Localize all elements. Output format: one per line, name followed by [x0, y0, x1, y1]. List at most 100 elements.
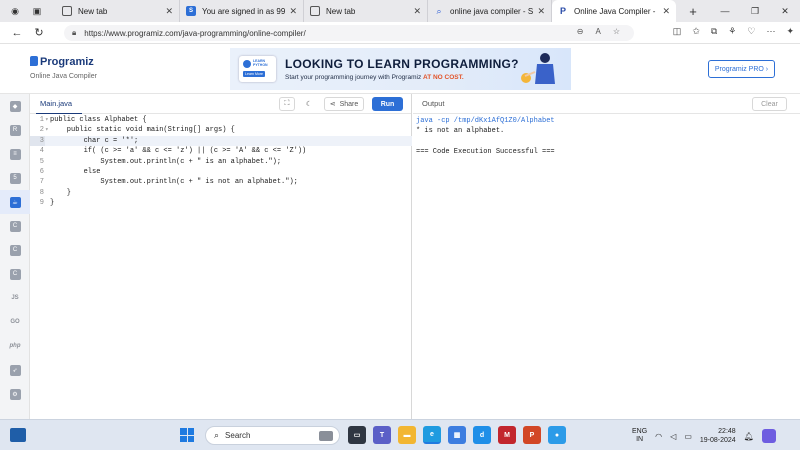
- back-icon[interactable]: ←: [6, 27, 28, 39]
- teams-icon[interactable]: T: [373, 426, 391, 444]
- profile-icon[interactable]: ◉: [8, 4, 22, 18]
- banner-illustration: [521, 53, 555, 84]
- code-area[interactable]: 1 ▾ public class Alphabet {2 ▾ public stati…: [30, 115, 412, 209]
- search-icon: ⌕: [436, 5, 442, 16]
- sidebar-item-python[interactable]: ◆: [0, 94, 30, 118]
- sidebar-item-js[interactable]: JS: [0, 286, 30, 310]
- programiz-pro-button[interactable]: Programiz PRO ›: [708, 60, 775, 78]
- browser-toolbar: ◫ ✩ ⧉ ⚘ ♡ ⋯ ✦: [673, 26, 794, 37]
- extensions-icon[interactable]: ⚘: [728, 26, 736, 37]
- editor-toolbar: Main.java ⛶ ☾ ⋖ Share Run: [30, 94, 411, 114]
- promo-banner[interactable]: LEARN PYTHON Learn More LOOKING TO LEARN…: [230, 48, 571, 90]
- language-sidebar: ◆ R ≡ 5 ☕︎ C C C JS GO php ➶ ⚙︎: [0, 94, 30, 419]
- language-indicator[interactable]: ENG IN: [632, 428, 647, 444]
- refresh-icon[interactable]: ↻: [28, 26, 50, 39]
- line-number: 2: [39, 126, 44, 135]
- widgets-icon[interactable]: [10, 428, 26, 442]
- sidebar-item-swift[interactable]: ➶: [0, 358, 30, 382]
- clock[interactable]: 22:48 19-08-2024: [700, 427, 736, 445]
- line-number: 1: [39, 116, 44, 124]
- notification-bell-icon[interactable]: 🔔︎: [744, 432, 754, 441]
- browser-tab[interactable]: New tab ✕: [56, 0, 180, 22]
- sidebar-item-java[interactable]: ☕︎: [0, 190, 30, 214]
- code-line[interactable]: 1 ▾ public class Alphabet {: [30, 115, 412, 125]
- close-tab-icon[interactable]: ✕: [537, 6, 545, 17]
- cpp-icon: C: [9, 244, 21, 256]
- minimize-icon[interactable]: —: [710, 6, 740, 17]
- browser-tab[interactable]: ⌕ online java compiler - Se ✕: [428, 0, 552, 22]
- store-icon[interactable]: ▦: [448, 426, 466, 444]
- sidebar-item-go[interactable]: GO: [0, 310, 30, 334]
- code-line[interactable]: 4 if( (c >= 'a' && c <= 'z') || (c >= 'A…: [30, 146, 412, 156]
- copilot-tray-icon[interactable]: [761, 429, 776, 443]
- close-tab-icon[interactable]: ✕: [165, 6, 173, 17]
- copilot-app-icon[interactable]: ●: [548, 426, 566, 444]
- taskbar-apps: ▭ T ▬ e ▦ d M P ●: [348, 426, 566, 444]
- code-line[interactable]: 6 else: [30, 167, 412, 177]
- php-label: php: [9, 343, 21, 349]
- s-favicon-icon: S: [186, 6, 196, 16]
- favorites-icon[interactable]: ✩: [692, 26, 700, 37]
- volume-icon[interactable]: ◁: [670, 432, 676, 441]
- code-line[interactable]: 2 ▾ public static void main(String[] args…: [30, 125, 412, 135]
- theme-toggle-icon[interactable]: ☾: [301, 97, 317, 111]
- read-aloud-icon[interactable]: A: [595, 27, 600, 36]
- task-view-icon[interactable]: ▭: [348, 426, 366, 444]
- mcafee-icon[interactable]: M: [498, 426, 516, 444]
- sidebar-item-rust[interactable]: ⚙︎: [0, 382, 30, 406]
- programiz-icon: P: [559, 6, 566, 16]
- tab-title: online java compiler - Se: [450, 6, 534, 16]
- sidebar-item-cpp[interactable]: C: [0, 238, 30, 262]
- fullscreen-icon[interactable]: ⛶: [279, 97, 295, 111]
- powerpoint-icon[interactable]: P: [523, 426, 541, 444]
- browser-essentials-icon[interactable]: ♡: [747, 26, 755, 37]
- favorite-star-icon[interactable]: ☆: [613, 27, 620, 36]
- workspaces-icon[interactable]: ▣: [30, 4, 44, 18]
- taskbar-search[interactable]: ⌕ Search: [205, 426, 340, 445]
- sidebar-item-r[interactable]: R: [0, 118, 30, 142]
- code-line[interactable]: 9}: [30, 198, 412, 208]
- line-number: 3: [30, 135, 45, 147]
- file-tab-main-java[interactable]: Main.java: [40, 99, 72, 108]
- wifi-icon[interactable]: ◠: [655, 432, 662, 441]
- code-text: }: [50, 188, 72, 197]
- zoom-icon[interactable]: ⊖: [577, 27, 584, 36]
- sidebar-item-csharp[interactable]: C: [0, 262, 30, 286]
- copilot-icon[interactable]: ✦: [786, 26, 794, 37]
- share-button[interactable]: ⋖ Share: [324, 97, 364, 111]
- code-line[interactable]: 3 char c = '*';: [30, 135, 412, 147]
- dell-icon[interactable]: d: [473, 426, 491, 444]
- edge-icon[interactable]: e: [423, 426, 441, 444]
- code-line[interactable]: 5 System.out.println(c + " is an alphabe…: [30, 157, 412, 167]
- code-line[interactable]: 8 }: [30, 188, 412, 198]
- programiz-logo[interactable]: Programiz: [30, 56, 94, 68]
- close-tab-icon[interactable]: ✕: [413, 6, 421, 17]
- close-tab-icon[interactable]: ✕: [289, 6, 297, 17]
- sidebar-item-c[interactable]: C: [0, 214, 30, 238]
- close-tab-icon[interactable]: ✕: [662, 6, 670, 17]
- page-icon: [310, 6, 320, 16]
- code-text: System.out.println(c + " is an alphabet.…: [50, 157, 282, 166]
- new-tab-button[interactable]: +: [684, 2, 702, 20]
- code-line[interactable]: 7 System.out.println(c + " is not an alp…: [30, 177, 412, 187]
- clear-button[interactable]: Clear: [752, 97, 787, 111]
- start-button[interactable]: [180, 428, 194, 442]
- sidebar-item-php[interactable]: php: [0, 334, 30, 358]
- collections-icon[interactable]: ⧉: [711, 26, 717, 37]
- run-button[interactable]: Run: [372, 97, 403, 111]
- close-window-icon[interactable]: ✕: [770, 6, 800, 17]
- sidebar-item-html[interactable]: 5: [0, 166, 30, 190]
- browser-tab-active[interactable]: P Online Java Compiler - P ✕: [552, 0, 676, 22]
- file-explorer-icon[interactable]: ▬: [398, 426, 416, 444]
- more-icon[interactable]: ⋯: [766, 26, 775, 37]
- url-field[interactable]: 🔒︎ https://www.programiz.com/java-progra…: [64, 25, 634, 41]
- split-screen-icon[interactable]: ◫: [673, 26, 682, 37]
- browser-tab[interactable]: S You are signed in as 992 ✕: [180, 0, 304, 22]
- sidebar-item-sql[interactable]: ≡: [0, 142, 30, 166]
- output-title: Output: [422, 99, 445, 108]
- browser-tab[interactable]: New tab ✕: [304, 0, 428, 22]
- battery-icon[interactable]: ▭: [684, 432, 692, 441]
- banner-headline: LOOKING TO LEARN PROGRAMMING?: [285, 57, 519, 71]
- maximize-icon[interactable]: ❐: [740, 6, 770, 17]
- browser-tab-bar: ◉ ▣ New tab ✕ S You are signed in as 992…: [0, 0, 800, 22]
